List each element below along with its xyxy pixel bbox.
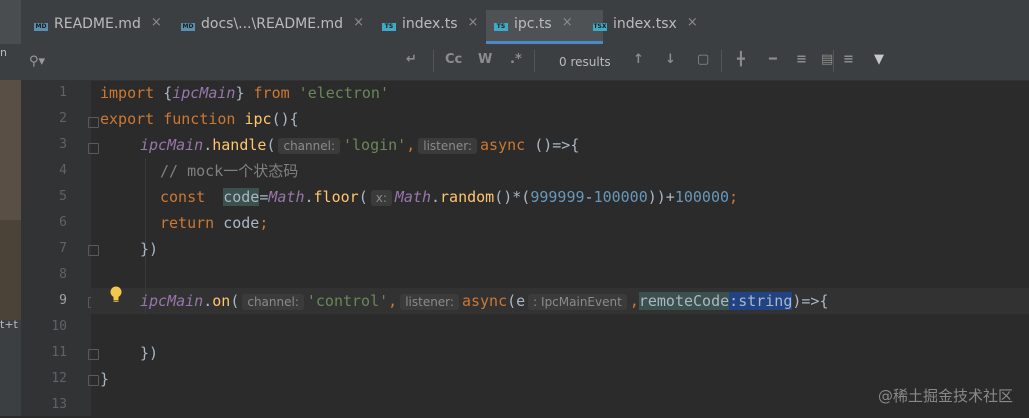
search-results-count: 0 results bbox=[559, 55, 611, 69]
markdown-icon: MD bbox=[34, 23, 48, 31]
regex-toggle[interactable]: .* bbox=[510, 52, 522, 67]
typescript-icon: TS bbox=[382, 17, 396, 31]
close-icon[interactable]: × bbox=[562, 15, 573, 30]
divider bbox=[534, 50, 535, 72]
code-line-11: }) bbox=[140, 344, 159, 362]
fold-marker-icon[interactable] bbox=[88, 117, 99, 128]
line-number: 9 bbox=[59, 293, 67, 308]
line-number: 4 bbox=[59, 163, 67, 178]
tab-docs-readme[interactable]: MD docs\...\README.md × bbox=[173, 10, 372, 44]
code-line-1: import {ipcMain} from 'electron' bbox=[100, 84, 389, 102]
line-number: 7 bbox=[59, 241, 67, 256]
tab-label: docs\...\README.md bbox=[201, 16, 344, 32]
line-number: 5 bbox=[59, 189, 67, 204]
tab-label: README.md bbox=[54, 16, 141, 32]
code-line-12: } bbox=[100, 370, 110, 388]
parameter-hint: channel: bbox=[242, 294, 304, 310]
line-number: 6 bbox=[59, 215, 67, 230]
line-number: 12 bbox=[51, 371, 67, 386]
select-all-occurrences-icon[interactable]: ▢ bbox=[697, 52, 709, 67]
tab-index-tsx[interactable]: TSX index.tsx × bbox=[585, 10, 706, 44]
editor-tab-bar: MD README.md × MD docs\...\README.md × T… bbox=[21, 0, 1029, 45]
find-bar: ⚲▾ ↵ Cc W .* 0 results ↑ ↓ ▢ ╋ ━ ≡ ▤ ≡ ▼ bbox=[21, 44, 1029, 81]
remove-selection-icon[interactable]: ━ bbox=[769, 52, 777, 67]
code-line-7: }) bbox=[140, 240, 159, 258]
parameter-hint: listener: bbox=[400, 294, 459, 310]
line-number: 11 bbox=[51, 345, 67, 360]
fold-marker-icon[interactable] bbox=[88, 245, 99, 256]
previous-occurrence-icon[interactable]: ↑ bbox=[633, 52, 644, 67]
close-icon[interactable]: × bbox=[151, 15, 162, 30]
add-selection-icon[interactable]: ╋ bbox=[737, 52, 745, 67]
tab-label: index.ts bbox=[402, 16, 458, 32]
code-line-2: export function ipc(){ bbox=[100, 110, 299, 128]
code-line-5: const code=Math.floor(x: Math.random()*(9… bbox=[160, 188, 739, 206]
match-case-toggle[interactable]: Cc bbox=[445, 52, 462, 67]
parameter-hint: channel: bbox=[278, 138, 340, 154]
line-number: 2 bbox=[59, 111, 67, 126]
divider bbox=[433, 50, 434, 72]
line-number: 8 bbox=[59, 267, 67, 282]
next-occurrence-icon[interactable]: ↓ bbox=[665, 52, 676, 67]
line-number: 13 bbox=[51, 397, 67, 412]
divider bbox=[833, 50, 834, 72]
tab-index-ts[interactable]: TS index.ts × bbox=[374, 10, 486, 44]
strip-label: n bbox=[0, 46, 7, 59]
filter-lines-icon[interactable]: ≡ bbox=[843, 52, 854, 67]
type-hint: : IpcMainEvent bbox=[528, 294, 627, 310]
line-number: 1 bbox=[59, 85, 67, 100]
lightbulb-icon[interactable] bbox=[109, 286, 123, 304]
search-icon[interactable]: ⚲▾ bbox=[29, 54, 45, 69]
filter-icon[interactable]: ▼ bbox=[874, 52, 884, 67]
code-line-6: return code; bbox=[160, 214, 269, 232]
tab-label: ipc.ts bbox=[514, 16, 552, 32]
strip-segment bbox=[0, 0, 21, 44]
tab-readme[interactable]: MD README.md × bbox=[26, 10, 170, 44]
typescript-icon: TS bbox=[494, 17, 508, 31]
fold-marker-icon[interactable] bbox=[88, 375, 99, 386]
code-line-9: ipcMain.on(channel:'control', listener: as… bbox=[140, 292, 829, 310]
tsx-icon: TSX bbox=[593, 23, 607, 31]
strip-segment bbox=[0, 80, 21, 220]
select-occurrences-icon[interactable]: ≡ bbox=[796, 52, 807, 67]
new-line-icon[interactable]: ↵ bbox=[406, 52, 417, 67]
expand-icon[interactable]: ▤ bbox=[821, 52, 833, 67]
strip-segment bbox=[0, 220, 21, 320]
strip-label: t+t bbox=[0, 318, 18, 331]
line-number: 10 bbox=[51, 319, 67, 334]
fold-marker-icon[interactable] bbox=[88, 143, 99, 154]
code-line-3: ipcMain.handle(channel:'login', listener:… bbox=[140, 136, 580, 154]
parameter-hint: listener: bbox=[418, 138, 478, 154]
divider bbox=[721, 50, 722, 72]
whole-words-toggle[interactable]: W bbox=[478, 52, 492, 67]
close-icon[interactable]: × bbox=[353, 15, 364, 30]
parameter-hint: x: bbox=[370, 190, 392, 206]
line-number: 3 bbox=[59, 137, 67, 152]
close-icon[interactable]: × bbox=[687, 15, 698, 30]
close-icon[interactable]: × bbox=[468, 15, 479, 30]
fold-marker-icon[interactable] bbox=[88, 349, 99, 360]
code-line-4: // mock一个状态码 bbox=[160, 162, 299, 180]
watermark: @稀土掘金技术社区 bbox=[877, 387, 1013, 405]
markdown-icon: MD bbox=[181, 23, 195, 31]
left-tool-strip: n t+t bbox=[0, 0, 21, 416]
tab-label: index.tsx bbox=[613, 16, 677, 32]
